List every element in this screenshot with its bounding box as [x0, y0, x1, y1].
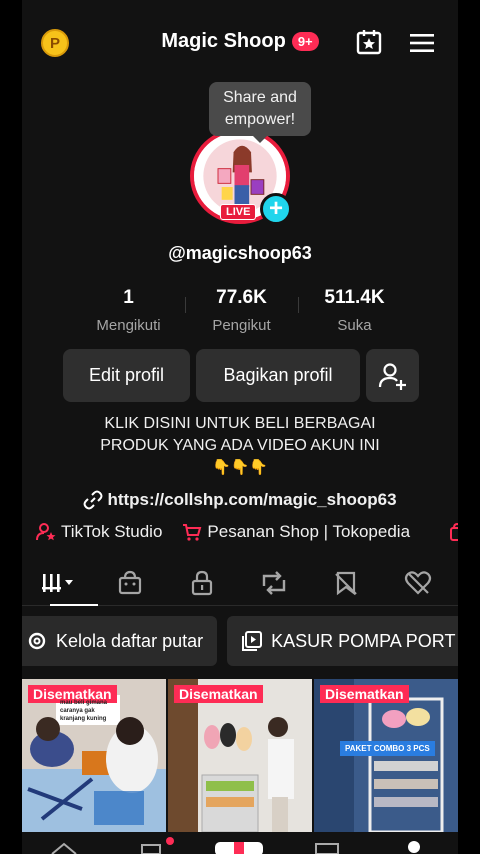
calendar-star-icon[interactable] [355, 28, 383, 56]
add-friend-button[interactable] [366, 349, 419, 402]
shop-orders-link[interactable]: Pesanan Shop | Tokopedia [182, 522, 410, 542]
stat-likes[interactable]: 511.4K Suka [298, 287, 411, 334]
tab-reposts[interactable] [238, 560, 310, 605]
gear-icon [28, 632, 46, 650]
live-label: LIVE [226, 206, 251, 218]
creator-tools: TikTok Studio Pesanan Shop | Tokopedia [36, 522, 410, 542]
stat-label: Mengikuti [96, 317, 161, 334]
grid-icon [42, 573, 73, 592]
tooltip-line-2: empower! [224, 111, 296, 128]
tiktok-studio-link[interactable]: TikTok Studio [36, 522, 162, 542]
stat-value: 511.4K [324, 287, 385, 308]
tab-favorites[interactable] [310, 560, 382, 605]
bookmark-icon [335, 571, 357, 595]
bio-line: KLIK DISINI UNTUK BELI BERBAGAI [104, 415, 376, 432]
pinned-badge: Disematkan [174, 685, 263, 703]
profile-actions: Edit profil Bagikan profil [63, 349, 419, 402]
tab-videos[interactable] [22, 560, 98, 606]
playlist-chip-kasur[interactable]: KASUR POMPA PORT [227, 616, 458, 666]
profile-bio: KLIK DISINI UNTUK BELI BERBAGAI PRODUK Y… [22, 413, 458, 479]
repost-icon [262, 570, 286, 595]
add-user-icon [378, 362, 406, 390]
menu-icon[interactable] [408, 30, 436, 56]
video-grid: Disematkan mau beli gimana caranya gak k… [22, 679, 458, 832]
stat-following[interactable]: 1 Mengikuti [72, 287, 185, 334]
playlist-icon [242, 631, 263, 651]
video-thumbnail[interactable]: Disematkan mau beli gimana caranya gak k… [22, 679, 166, 832]
header-title-group[interactable]: Magic Shoop 9+ [22, 30, 458, 53]
stat-followers[interactable]: 77.6K Pengikut [185, 287, 298, 334]
video-thumbnail[interactable]: Disematkan PAKET COMBO 3 PCS [314, 679, 458, 832]
profile-link[interactable]: https://collshp.com/magic_shoop63 [22, 490, 458, 510]
stat-label: Pengikut [212, 317, 271, 334]
cart-icon [183, 524, 202, 541]
add-story-button[interactable]: + [260, 193, 292, 225]
stat-value: 1 [123, 287, 134, 308]
manage-playlist-chip[interactable]: Kelola daftar putar [22, 616, 218, 666]
profile-screen: P Magic Shoop 9+ LIVE + Share and empowe… [22, 0, 458, 854]
account-name[interactable]: Magic Shoop [161, 30, 285, 53]
bio-emoji: 👇👇👇 [211, 459, 269, 476]
tab-private[interactable] [166, 560, 238, 605]
bio-line: PRODUK YANG ADA VIDEO AKUN INI [100, 437, 380, 454]
bottom-nav-icons [51, 837, 420, 854]
tool-label: TikTok Studio [61, 522, 163, 541]
chip-label: KASUR POMPA PORT [271, 630, 456, 651]
username: @magicshoop63 [168, 243, 312, 263]
edit-profile-button[interactable]: Edit profil [63, 349, 190, 402]
shop-bag-icon [118, 570, 142, 594]
link-text: https://collshp.com/magic_shoop63 [107, 490, 397, 509]
person-star-icon [36, 523, 56, 541]
stat-value: 77.6K [216, 287, 267, 308]
heart-icon [404, 570, 432, 595]
tooltip-line-1: Share and [223, 89, 297, 106]
share-profile-button[interactable]: Bagikan profil [196, 349, 360, 402]
video-thumbnail[interactable]: Disematkan [168, 679, 312, 832]
profile-stats: 1 Mengikuti 77.6K Pengikut 511.4K Suka [72, 287, 412, 334]
chip-label: Kelola daftar putar [56, 630, 204, 651]
playlist-chips: Kelola daftar putar KASUR POMPA PORT [22, 616, 458, 666]
pinned-badge: Disematkan [320, 685, 409, 703]
tab-liked[interactable] [382, 560, 454, 605]
plus-icon: + [268, 195, 283, 222]
live-badge[interactable]: LIVE [220, 204, 257, 220]
video-caption: mau beli gimana caranya gak kranjang kun… [60, 700, 108, 722]
link-icon [83, 490, 103, 510]
bottom-nav-bar [22, 833, 458, 854]
tab-shop[interactable] [94, 560, 166, 605]
notification-badge: 9+ [291, 32, 319, 51]
video-caption: PAKET COMBO 3 PCS [340, 741, 435, 756]
more-tools-icon[interactable] [449, 522, 458, 542]
content-tabs [22, 560, 458, 606]
share-tooltip[interactable]: Share and empower! [209, 82, 311, 143]
stat-label: Suka [337, 317, 372, 334]
tool-label: Pesanan Shop | Tokopedia [207, 522, 411, 541]
lock-icon [191, 570, 213, 595]
